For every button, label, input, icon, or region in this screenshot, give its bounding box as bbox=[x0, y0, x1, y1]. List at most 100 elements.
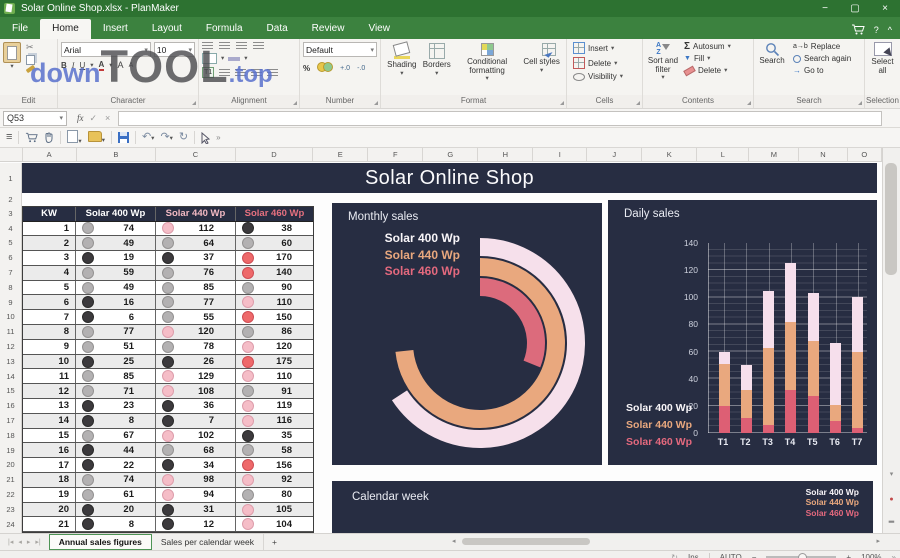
value-cell[interactable]: 110 bbox=[236, 295, 313, 309]
pointer-icon[interactable] bbox=[201, 132, 210, 144]
row-header-19[interactable]: 19 bbox=[0, 443, 22, 459]
value-cell[interactable]: 51 bbox=[76, 340, 156, 354]
vertical-text-button[interactable]: T1 bbox=[202, 67, 214, 78]
refresh-icon[interactable]: ↻ bbox=[179, 132, 188, 143]
bold-button[interactable]: B bbox=[61, 61, 67, 70]
row-header-15[interactable]: 15 bbox=[0, 384, 22, 400]
column-headers[interactable]: ABCDEFGHIJKLMNO bbox=[0, 148, 882, 162]
kw-cell[interactable]: 8 bbox=[23, 325, 76, 339]
italic-button[interactable]: I bbox=[72, 61, 75, 70]
column-header-B[interactable]: B bbox=[77, 148, 157, 161]
menu-tab-file[interactable]: File bbox=[0, 19, 40, 39]
calendar-week-chart[interactable]: Calendar week Solar 400 WpSolar 440 WpSo… bbox=[332, 481, 873, 533]
value-cell[interactable]: 77 bbox=[156, 295, 236, 309]
zoom-in-button[interactable]: + bbox=[846, 553, 851, 558]
cancel-icon[interactable]: × bbox=[105, 113, 110, 123]
value-cell[interactable]: 49 bbox=[76, 236, 156, 250]
value-cell[interactable]: 74 bbox=[76, 473, 156, 487]
value-cell[interactable]: 16 bbox=[76, 295, 156, 309]
table-row[interactable]: 45976140 bbox=[23, 266, 313, 281]
select-all-corner[interactable] bbox=[0, 148, 23, 161]
value-cell[interactable]: 175 bbox=[236, 355, 313, 369]
column-header-N[interactable]: N bbox=[799, 148, 847, 161]
kw-cell[interactable]: 9 bbox=[23, 340, 76, 354]
row-header-12[interactable]: 12 bbox=[0, 339, 22, 355]
copy-icon[interactable] bbox=[26, 55, 35, 65]
kw-cell[interactable]: 19 bbox=[23, 488, 76, 502]
value-cell[interactable]: 23 bbox=[76, 399, 156, 413]
kw-cell[interactable]: 18 bbox=[23, 473, 76, 487]
align-justify-icon[interactable] bbox=[267, 69, 278, 77]
scroll-down-icon[interactable]: ▾ bbox=[883, 471, 900, 479]
column-header-H[interactable]: H bbox=[478, 148, 533, 161]
row-header-8[interactable]: 8 bbox=[0, 280, 22, 296]
value-cell[interactable]: 110 bbox=[236, 369, 313, 383]
table-row[interactable]: 1487116 bbox=[23, 414, 313, 429]
value-cell[interactable]: 64 bbox=[156, 236, 236, 250]
next-sheet-icon[interactable]: ▸ bbox=[27, 538, 31, 546]
kw-cell[interactable]: 7 bbox=[23, 310, 76, 324]
row-header-10[interactable]: 10 bbox=[0, 310, 22, 326]
align-right-icon[interactable] bbox=[251, 69, 262, 77]
table-row[interactable]: 202031105 bbox=[23, 503, 313, 518]
remove-decimal-button[interactable]: -.0 bbox=[357, 64, 365, 73]
cart-icon[interactable] bbox=[25, 132, 38, 143]
kw-cell[interactable]: 5 bbox=[23, 281, 76, 295]
kw-cell[interactable]: 3 bbox=[23, 251, 76, 265]
row-header-20[interactable]: 20 bbox=[0, 458, 22, 474]
number-format-combo[interactable]: Default▾ bbox=[303, 42, 377, 57]
autosum-button[interactable]: Σ Autosum▾ bbox=[684, 42, 731, 51]
menu-tab-layout[interactable]: Layout bbox=[140, 19, 194, 39]
row-header-7[interactable]: 7 bbox=[0, 265, 22, 281]
row-header-2[interactable]: 2 bbox=[0, 193, 22, 207]
orientation-icon[interactable] bbox=[228, 57, 240, 61]
replace-button[interactable]: a→b Replace bbox=[793, 42, 851, 51]
value-cell[interactable]: 170 bbox=[236, 251, 313, 265]
vertical-scrollbar[interactable]: ▾ ● ▂ bbox=[882, 148, 900, 533]
value-cell[interactable]: 67 bbox=[76, 429, 156, 443]
menu-tab-formula[interactable]: Formula bbox=[194, 19, 255, 39]
value-cell[interactable]: 8 bbox=[76, 414, 156, 428]
value-cell[interactable]: 112 bbox=[156, 222, 236, 236]
value-cell[interactable]: 36 bbox=[156, 399, 236, 413]
refresh-status-icon[interactable]: ↻ bbox=[671, 553, 678, 558]
status-more-icon[interactable]: » bbox=[892, 553, 896, 558]
row-header-9[interactable]: 9 bbox=[0, 295, 22, 311]
value-cell[interactable]: 94 bbox=[156, 488, 236, 502]
column-header-O[interactable]: O bbox=[848, 148, 882, 161]
kw-cell[interactable]: 2 bbox=[23, 236, 76, 250]
table-row[interactable]: 127110891 bbox=[23, 384, 313, 399]
shrink-font-button[interactable]: A bbox=[129, 61, 134, 70]
row-header-13[interactable]: 13 bbox=[0, 354, 22, 370]
column-header-I[interactable]: I bbox=[533, 148, 587, 161]
delete-cells-button[interactable]: Delete▾ bbox=[573, 57, 639, 69]
row-header-1[interactable]: 1 bbox=[0, 163, 22, 194]
value-cell[interactable]: 90 bbox=[236, 281, 313, 295]
horizontal-scrollbar-thumb[interactable] bbox=[462, 538, 590, 545]
table-row[interactable]: 95178120 bbox=[23, 340, 313, 355]
value-cell[interactable]: 31 bbox=[156, 503, 236, 517]
cell-styles-button[interactable]: Cell styles▾ bbox=[523, 43, 559, 75]
table-row[interactable]: 172234156 bbox=[23, 458, 313, 473]
align-middle-icon[interactable] bbox=[219, 42, 230, 50]
format-painter-icon[interactable] bbox=[26, 65, 36, 73]
value-cell[interactable]: 129 bbox=[156, 369, 236, 383]
select-all-button[interactable]: Select all bbox=[868, 42, 897, 95]
row-header-22[interactable]: 22 bbox=[0, 487, 22, 503]
new-document-icon[interactable]: ▾ bbox=[67, 130, 81, 146]
table-row[interactable]: 17411238 bbox=[23, 222, 313, 237]
sheet-nav-arrows[interactable]: |◂ ◂ ▸ ▸| bbox=[0, 534, 49, 550]
confirm-icon[interactable]: ✓ bbox=[90, 113, 98, 124]
table-row[interactable]: 87712086 bbox=[23, 325, 313, 340]
zoom-out-button[interactable]: − bbox=[752, 553, 757, 558]
value-cell[interactable]: 8 bbox=[76, 517, 156, 531]
sort-and-filter-button[interactable]: AZ Sort and filter▾ bbox=[646, 42, 680, 95]
sheet-tab-2[interactable]: Sales per calendar week bbox=[152, 534, 264, 550]
horizontal-scrollbar[interactable]: ◂ ▸ bbox=[452, 536, 880, 548]
prev-sheet-icon[interactable]: ◂ bbox=[18, 538, 22, 546]
value-cell[interactable]: 120 bbox=[156, 325, 236, 339]
table-row[interactable]: 31937170 bbox=[23, 251, 313, 266]
hand-icon[interactable] bbox=[44, 132, 54, 144]
sheet-tab-1[interactable]: Annual sales figures bbox=[49, 534, 152, 550]
kw-cell[interactable]: 21 bbox=[23, 517, 76, 531]
